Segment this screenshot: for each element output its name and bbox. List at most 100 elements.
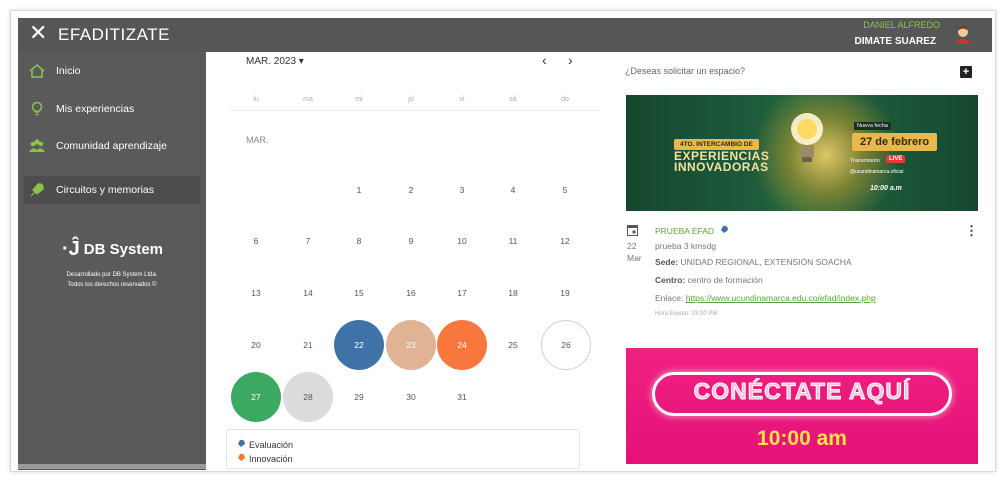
- event-more-icon[interactable]: ⋮: [965, 223, 978, 239]
- event-centro: Centro: centro de formación: [655, 275, 763, 285]
- calendar-day-event[interactable]: 27: [231, 372, 281, 422]
- legend-item-innovacion: Innovación: [235, 453, 293, 464]
- footer-line-1: Desarrollado por DB System Ltda.: [66, 272, 158, 278]
- event-link[interactable]: https://www.ucundinamarca.edu.co/efad/in…: [686, 293, 876, 303]
- sidebar-item-mis-experiencias[interactable]: Mis experiencias: [24, 95, 200, 123]
- calendar-day[interactable]: 1: [334, 165, 384, 215]
- community-icon: [29, 139, 45, 152]
- event-banner-experiencias[interactable]: 4TO. INTERCAMBIO DE EXPERIENCIAS INNOVAD…: [626, 95, 978, 211]
- calendar-day[interactable]: 8: [334, 216, 384, 266]
- home-icon: [29, 64, 45, 78]
- banner-time: 10:00 a.m: [870, 185, 902, 192]
- calendar-day[interactable]: 10: [437, 216, 487, 266]
- calendar-day[interactable]: 25: [488, 320, 538, 370]
- calendar-day[interactable]: 17: [437, 268, 487, 318]
- connect-time: 10:00 am: [757, 427, 847, 450]
- calendar-day[interactable]: 18: [488, 268, 538, 318]
- sidebar-item-label: Comunidad aprendizaje: [56, 140, 167, 152]
- rocket-icon: [30, 183, 44, 197]
- calendar-day-event[interactable]: 24: [437, 320, 487, 370]
- weekday-label: sá: [509, 96, 517, 103]
- evaluation-icon: [236, 439, 245, 449]
- calendar-day[interactable]: 3: [437, 165, 487, 215]
- event-sede: Sede: UNIDAD REGIONAL, EXTENSIÓN SOACHA: [655, 257, 852, 267]
- sidebar-item-inicio[interactable]: Inicio: [24, 57, 200, 85]
- request-space-text: ¿Deseas solicitar un espacio?: [625, 66, 746, 76]
- divider: [230, 110, 600, 111]
- calendar-day[interactable]: 6: [231, 216, 281, 266]
- weekday-label: mi: [355, 96, 363, 103]
- calendar-day[interactable]: 15: [334, 268, 384, 318]
- sidebar-item-circuitos[interactable]: Circuitos y memorias: [24, 176, 200, 204]
- event-hour: Hora Evento: 03:00 PM: [655, 311, 718, 317]
- connect-banner[interactable]: CONÉCTATE AQUÍ 10:00 am: [626, 348, 978, 464]
- calendar-day[interactable]: 7: [283, 216, 333, 266]
- sidebar-item-label: Mis experiencias: [56, 103, 135, 115]
- sidebar-item-label: Circuitos y memorias: [56, 184, 155, 196]
- calendar-icon: [627, 225, 638, 236]
- calendar-day-event[interactable]: 23: [386, 320, 436, 370]
- calendar: MAR. 2023 ▾ ‹ › lu ma mi ju vi sá do MAR…: [230, 52, 600, 470]
- banner-headline: EXPERIENCIAS INNOVADORAS: [674, 149, 770, 174]
- event-enlace: Enlace: https://www.ucundinamarca.edu.co…: [655, 293, 876, 303]
- calendar-day[interactable]: 11: [488, 216, 538, 266]
- banner-date: 27 de febrero: [852, 133, 938, 151]
- connect-text: CONÉCTATE AQUÍ: [693, 378, 911, 405]
- banner-transmission: Transmisión: [850, 158, 880, 164]
- legend: Evaluación Innovación: [226, 429, 580, 469]
- event-day: 22: [627, 241, 637, 251]
- sidebar-item-label: Inicio: [56, 65, 81, 77]
- calendar-day-today[interactable]: 26: [541, 320, 591, 370]
- calendar-day-event[interactable]: 22: [334, 320, 384, 370]
- horizontal-scrollbar[interactable]: [18, 464, 206, 469]
- user-first-name: DANIEL ALFREDO: [863, 20, 940, 30]
- calendar-day[interactable]: 13: [231, 268, 281, 318]
- legend-label: Innovación: [249, 453, 293, 464]
- avatar[interactable]: [952, 23, 974, 45]
- lightbulb-icon: [791, 113, 823, 162]
- calendar-day[interactable]: 12: [540, 216, 590, 266]
- calendar-day[interactable]: 31: [437, 372, 487, 422]
- sidebar: Inicio Mis experiencias Comunidad aprend…: [18, 52, 206, 470]
- calendar-day[interactable]: 19: [540, 268, 590, 318]
- sidebar-item-comunidad[interactable]: Comunidad aprendizaje: [24, 132, 200, 160]
- evaluation-icon: [719, 225, 729, 235]
- legend-label: Evaluación: [249, 439, 294, 450]
- calendar-day[interactable]: 9: [386, 216, 436, 266]
- db-system-logo: ·Ĵ DB System: [62, 238, 163, 261]
- calendar-day[interactable]: 14: [283, 268, 333, 318]
- month-select[interactable]: MAR. 2023 ▾: [246, 56, 304, 67]
- top-bar: ✕ EFADITIZATE DANIEL ALFREDO DIMATE SUAR…: [18, 18, 992, 52]
- live-badge: LIVE: [886, 155, 906, 163]
- weekday-label: ju: [408, 96, 414, 103]
- calendar-day[interactable]: 20: [231, 320, 281, 370]
- innovation-icon: [236, 453, 245, 463]
- next-month-button[interactable]: ›: [568, 52, 573, 68]
- calendar-day-event[interactable]: 28: [283, 372, 333, 422]
- footer-text: Desarrollado por DB System Ltda. Todos l…: [18, 270, 206, 290]
- calendar-day[interactable]: 4: [488, 165, 538, 215]
- add-space-button[interactable]: +: [960, 66, 972, 78]
- event-title[interactable]: PRUEBA EFAD: [655, 225, 729, 236]
- close-icon[interactable]: ✕: [29, 23, 47, 45]
- lightbulb-icon: [31, 101, 43, 116]
- footer-line-2: Todos los derechos reservados ©: [67, 282, 157, 288]
- right-panel: ¿Deseas solicitar un espacio? + 4TO. INT…: [612, 52, 992, 470]
- calendar-day[interactable]: 29: [334, 372, 384, 422]
- calendar-day[interactable]: 30: [386, 372, 436, 422]
- event-subtitle: prueba 3 kmsdg: [655, 241, 716, 251]
- calendar-day[interactable]: 16: [386, 268, 436, 318]
- weekday-label: vi: [459, 96, 465, 103]
- user-last-name: DIMATE SUAREZ: [854, 36, 936, 47]
- event-card: 22 Mar PRUEBA EFAD ⋮ prueba 3 kmsdg Sede…: [626, 223, 978, 323]
- calendar-day[interactable]: 2: [386, 165, 436, 215]
- prev-month-button[interactable]: ‹: [542, 52, 547, 68]
- db-logo-icon: ·Ĵ: [62, 238, 80, 260]
- month-label: MAR.: [246, 135, 269, 145]
- weekday-label: do: [561, 96, 569, 103]
- calendar-day[interactable]: 5: [540, 165, 590, 215]
- logo-text: DB System: [83, 241, 163, 258]
- calendar-day[interactable]: 21: [283, 320, 333, 370]
- legend-item-evaluacion: Evaluación: [235, 439, 293, 450]
- banner-new-date-label: Nueva fecha: [854, 122, 891, 130]
